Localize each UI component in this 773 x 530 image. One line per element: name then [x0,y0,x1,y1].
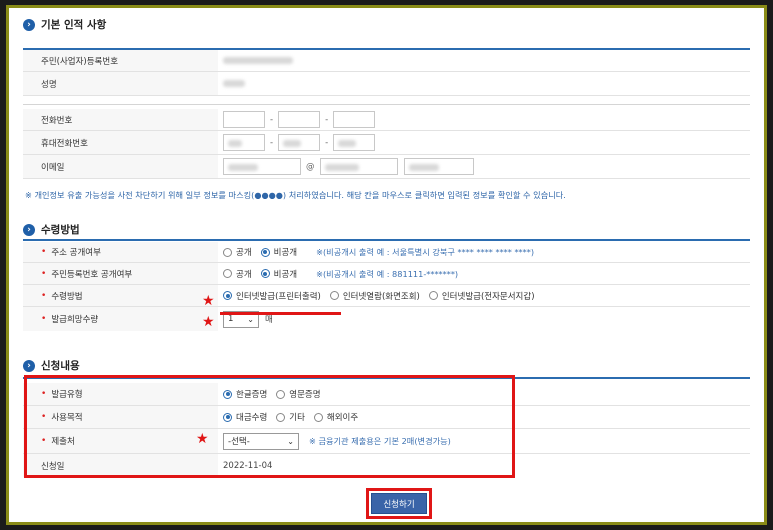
mobile-field-1[interactable] [223,134,265,151]
form-row-id-number: 주민(사업자)등록번호 [23,50,750,72]
form-row-phone: 전화번호 - - [23,109,750,131]
email-id-field[interactable] [223,158,301,175]
phone-field-3[interactable] [333,111,376,128]
resident-note: ※(비공개시 출력 예 : 881111-*******) [316,268,459,279]
chevron-down-icon: ⌄ [247,314,254,324]
section-title-application: › 신청내용 [23,358,80,373]
masked-id-number[interactable] [223,57,293,64]
form-row-name: 성명 [23,72,750,96]
email-domain-select[interactable] [403,158,474,175]
field-label: 성명 [23,72,218,95]
phone-field-1[interactable] [223,111,265,128]
field-label: 전화번호 [23,109,218,130]
form-row-receive-method: • 수령방법 인터넷발급(프린터출력) 인터넷열람(화면조회) 인터넷발급(전자문… [23,285,750,307]
mobile-field-2[interactable] [278,134,321,151]
radio-method-view[interactable]: 인터넷열람(화면조회) [329,290,420,302]
submit-highlight: 신청하기 [366,488,432,519]
form-row-email: 이메일 @ [23,155,750,179]
address-note: ※(비공개시 출력 예 : 서울특별시 강북구 **** **** **** *… [316,247,535,257]
application-form: › 기본 인적 사항 주민(사업자)등록번호 성명 전화번호 - - 휴대전화번… [6,5,767,525]
masked-name[interactable] [223,80,245,87]
radio-resident-private[interactable]: 비공개 [260,268,297,280]
highlight-underline [220,312,341,315]
star-marker-icon: ★ [202,314,215,330]
section-title-personal: › 기본 인적 사항 [23,17,106,32]
field-label: 주민(사업자)등록번호 [23,50,218,71]
field-label: 이메일 [23,155,218,178]
star-marker-icon: ★ [202,293,215,309]
section-bullet-icon: › [23,18,35,31]
mobile-field-3[interactable] [333,134,376,151]
section-divider [23,239,750,241]
radio-resident-public[interactable]: 공개 [223,268,252,280]
section-divider [23,104,750,105]
masking-notice: ※ 개인정보 유출 가능성을 사전 차단하기 위해 일부 정보를 마스킹(●●●… [25,190,566,200]
form-row-resident-disclosure: • 주민등록번호 공개여부 공개 비공개 ※(비공개시 출력 예 : 881111… [23,263,750,285]
section-title-receive-method: › 수령방법 [23,222,80,237]
highlight-box [24,375,515,478]
radio-method-print[interactable]: 인터넷발급(프린터출력) [223,290,321,302]
submit-button[interactable]: 신청하기 [371,493,427,514]
section-bullet-icon: › [23,223,35,236]
form-row-address-disclosure: • 주소 공개여부 공개 비공개 ※(비공개시 출력 예 : 서울특별시 강북구 … [23,242,750,263]
phone-field-2[interactable] [278,111,321,128]
form-row-quantity: • 발급희망수량 1 ⌄ 매 [23,307,750,331]
radio-method-wallet[interactable]: 인터넷발급(전자문서지갑) [428,290,535,302]
section-bullet-icon: › [23,359,35,372]
radio-address-private[interactable]: 비공개 [260,246,297,258]
form-row-mobile: 휴대전화번호 - - [23,131,750,155]
radio-address-public[interactable]: 공개 [223,246,252,258]
field-label: 휴대전화번호 [23,131,218,154]
email-domain-field[interactable] [319,158,398,175]
